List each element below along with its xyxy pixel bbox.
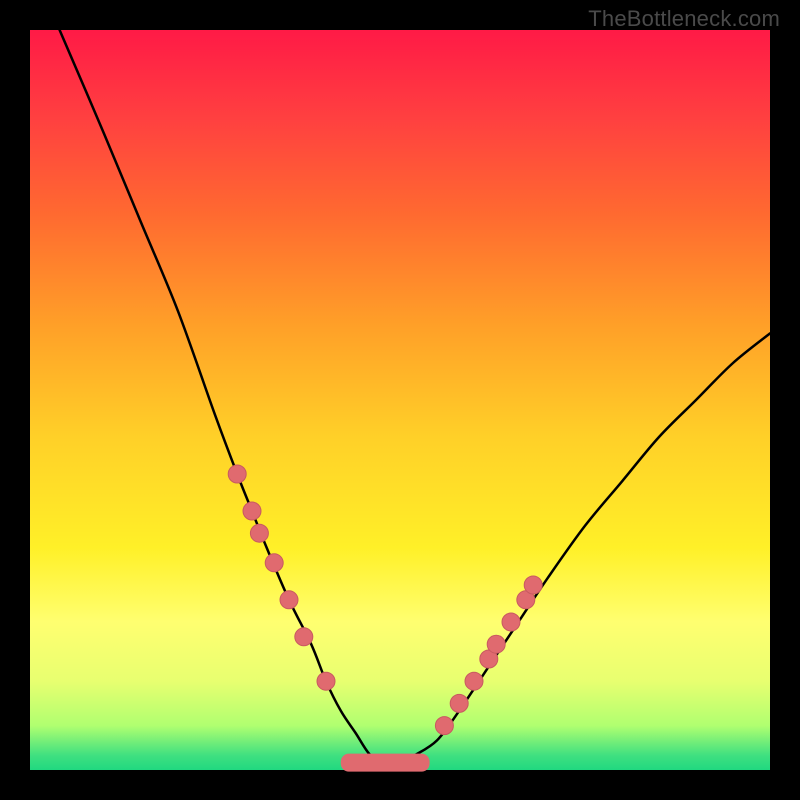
data-marker (295, 628, 313, 646)
plot-area (30, 30, 770, 770)
data-marker (487, 635, 505, 653)
data-marker (243, 502, 261, 520)
watermark-text: TheBottleneck.com (588, 6, 780, 32)
data-marker (228, 465, 246, 483)
bottleneck-curve (60, 30, 770, 764)
valley-bar (341, 754, 430, 772)
data-marker (317, 672, 335, 690)
data-marker (280, 591, 298, 609)
data-marker (524, 576, 542, 594)
markers-left (228, 465, 335, 690)
data-marker (250, 524, 268, 542)
markers-right (435, 576, 542, 735)
data-marker (502, 613, 520, 631)
chart-frame: TheBottleneck.com (0, 0, 800, 800)
data-marker (450, 694, 468, 712)
data-marker (265, 554, 283, 572)
chart-svg (30, 30, 770, 770)
data-marker (465, 672, 483, 690)
data-marker (435, 717, 453, 735)
